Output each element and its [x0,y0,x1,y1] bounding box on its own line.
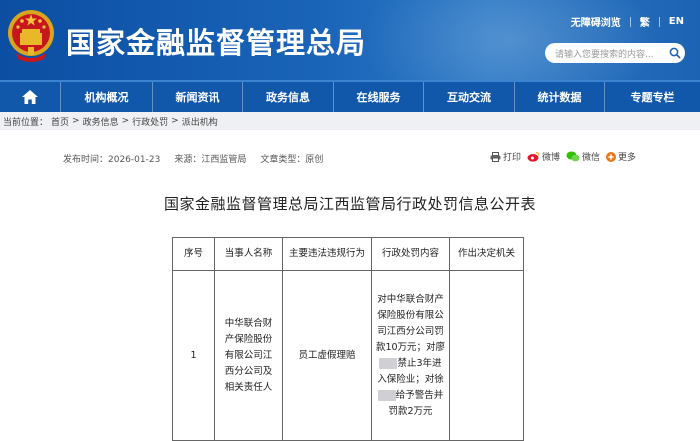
nav-item-special-topics[interactable]: 专题专栏 [604,82,700,112]
top-links: 无障碍浏览 繁 EN [571,14,684,29]
redacted-name [377,389,396,401]
penalty-table: 序号 当事人名称 主要违法违规行为 行政处罚内容 作出决定机关 1 中华联合财产… [172,237,524,441]
breadcrumb-branch[interactable]: 派出机构 [182,115,218,128]
wechat-share-button[interactable]: 微信 [566,150,600,163]
nav-home[interactable] [0,82,60,112]
wechat-icon [566,151,580,162]
main-nav: 机构概况 新闻资讯 政务信息 在线服务 互动交流 统计数据 专题专栏 [0,80,700,112]
nav-item-interaction[interactable]: 互动交流 [423,82,514,112]
search-icon [669,47,681,59]
national-emblem-icon[interactable] [6,7,56,65]
weibo-label: 微博 [542,153,561,163]
penalty-text-part: 对中华联合财产保险股份有限公司江西分公司罚款10万元；对廖 [375,293,446,353]
violation-text: 员工虚假理赔 [282,270,372,441]
breadcrumb: 当前位置： 首页 > 政务信息 > 行政处罚 > 派出机构 [0,112,700,130]
article-type: 文章类型：原创 [260,155,324,165]
breadcrumb-separator: > [72,116,80,126]
breadcrumb-penalty[interactable]: 行政处罚 [132,115,168,128]
weibo-share-button[interactable]: 微博 [527,150,560,163]
breadcrumb-government-info[interactable]: 政务信息 [83,115,119,128]
table-header-row: 序号 当事人名称 主要违法违规行为 行政处罚内容 作出决定机关 [172,237,524,271]
weibo-icon [527,151,540,162]
column-header: 当事人名称 [214,237,283,271]
article-meta: 发布时间：2026-01-23 来源：江西监管局 文章类型：原创 [63,152,337,165]
penalty-text-part: 给予警告并罚款2万元 [388,389,444,417]
accessibility-link[interactable]: 无障碍浏览 [571,14,621,29]
column-header: 主要违法违规行为 [282,237,372,271]
nav-item-news[interactable]: 新闻资讯 [152,82,242,112]
party-name: 中华联合财产保险股份有限公司江西分公司及相关责任人 [214,270,283,441]
column-header: 序号 [172,237,215,271]
search-input[interactable]: 请输入您要搜索的内容... [555,47,665,60]
english-link[interactable]: EN [669,16,684,27]
home-icon [22,90,38,104]
site-header: 国家金融监督管理总局 无障碍浏览 繁 EN 请输入您要搜索的内容... [0,0,700,80]
column-header: 作出决定机关 [449,237,524,271]
breadcrumb-separator: > [121,116,130,126]
more-share-button[interactable]: 更多 [606,150,636,163]
table-row: 1 中华联合财产保险股份有限公司江西分公司及相关责任人 员工虚假理赔 对中华联合… [172,270,524,441]
nav-item-statistics[interactable]: 统计数据 [514,82,604,112]
publish-time: 发布时间：2026-01-23 [63,155,161,165]
article-source: 来源：江西监管局 [174,155,247,165]
plus-circle-icon [606,151,617,162]
breadcrumb-label: 当前位置： [3,117,49,128]
search-box: 请输入您要搜索的内容... [545,43,685,63]
row-number: 1 [172,270,215,441]
column-header: 行政处罚内容 [371,237,450,271]
print-label: 打印 [503,153,522,163]
search-button[interactable] [665,43,685,63]
nav-item-organization[interactable]: 机构概况 [60,82,152,112]
traditional-chinese-link[interactable]: 繁 [640,14,650,29]
more-label: 更多 [618,153,637,163]
print-icon [490,151,501,162]
redacted-name [379,357,398,369]
breadcrumb-separator: > [171,116,179,126]
penalty-content: 对中华联合财产保险股份有限公司江西分公司罚款10万元；对廖禁止3年进入保险业；对… [371,270,450,441]
site-title[interactable]: 国家金融监督管理总局 [66,20,366,62]
document-title: 国家金融监督管理总局江西监管局行政处罚信息公开表 [163,195,536,213]
print-button[interactable]: 打印 [490,150,521,163]
nav-item-government-info[interactable]: 政务信息 [242,82,333,112]
wechat-label: 微信 [582,153,601,163]
breadcrumb-home[interactable]: 首页 [51,115,69,128]
nav-item-online-service[interactable]: 在线服务 [333,82,423,112]
share-bar: 打印 微博 微信 更多 [490,150,642,163]
decision-authority [449,270,524,441]
